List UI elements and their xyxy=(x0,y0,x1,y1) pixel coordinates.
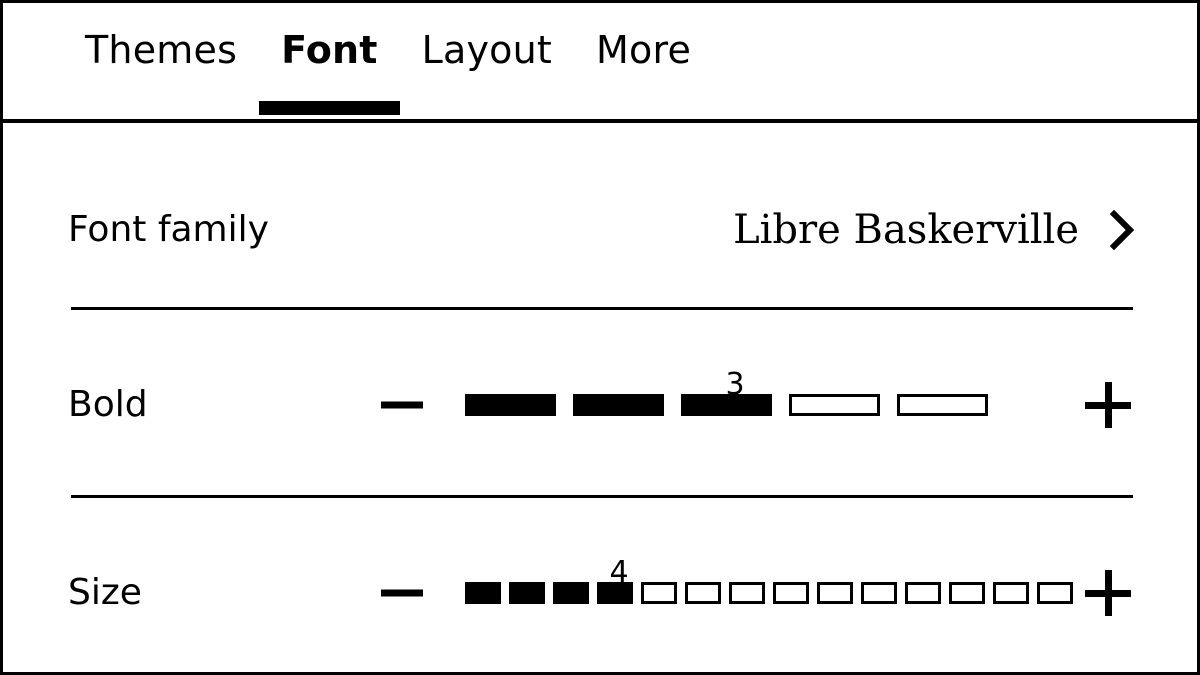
font-family-value: Libre Baskerville xyxy=(733,207,1079,253)
bold-segment[interactable] xyxy=(789,366,897,444)
row-divider xyxy=(71,495,1133,498)
settings-list: Font family Libre Baskerville Bold 3 Siz… xyxy=(3,123,1197,672)
bold-value-label: 3 xyxy=(725,367,745,402)
size-segment[interactable] xyxy=(729,554,773,632)
tab-bar: Themes Font Layout More xyxy=(3,3,1197,123)
size-label: Size xyxy=(68,572,142,613)
settings-panel: Themes Font Layout More Font family Libr… xyxy=(0,0,1200,675)
tab-font-label: Font xyxy=(281,28,378,72)
size-segment[interactable] xyxy=(817,554,861,632)
row-divider xyxy=(71,307,1133,310)
tab-more[interactable]: More xyxy=(574,3,713,118)
size-segment-empty xyxy=(773,582,809,604)
setting-row-font-family[interactable]: Font family Libre Baskerville xyxy=(3,175,1197,285)
size-segment-fill xyxy=(465,582,501,604)
size-segment[interactable] xyxy=(509,554,553,632)
size-segment[interactable] xyxy=(553,554,597,632)
setting-row-size: Size 4 xyxy=(3,538,1197,648)
size-segment-empty xyxy=(905,582,941,604)
size-segment[interactable] xyxy=(773,554,817,632)
size-segment[interactable]: 4 xyxy=(597,554,641,632)
size-plus-icon[interactable] xyxy=(1085,570,1131,616)
size-segment-empty xyxy=(1037,582,1073,604)
size-segment-empty xyxy=(641,582,677,604)
bold-segment-fill xyxy=(465,394,556,416)
font-family-label: Font family xyxy=(68,209,269,250)
size-segment-empty xyxy=(861,582,897,604)
bold-segment[interactable]: 3 xyxy=(681,366,789,444)
bold-segment[interactable] xyxy=(897,366,1005,444)
size-minus-icon[interactable] xyxy=(381,589,423,597)
size-segment[interactable] xyxy=(685,554,729,632)
bold-label: Bold xyxy=(68,384,148,425)
size-segmented-slider[interactable]: 4 xyxy=(465,554,1081,632)
size-segment[interactable] xyxy=(641,554,685,632)
tab-layout-label: Layout xyxy=(421,28,553,72)
size-segment[interactable] xyxy=(993,554,1037,632)
size-segment-empty xyxy=(729,582,765,604)
tab-list: Themes Font Layout More xyxy=(63,3,713,118)
tab-font-indicator xyxy=(259,101,400,115)
size-stepper: 4 xyxy=(373,554,1157,632)
bold-plus-icon[interactable] xyxy=(1085,382,1131,428)
chevron-right-icon[interactable] xyxy=(1109,209,1135,251)
size-segment[interactable] xyxy=(465,554,509,632)
size-segment[interactable] xyxy=(949,554,993,632)
tab-themes[interactable]: Themes xyxy=(63,3,259,118)
size-segment-fill xyxy=(509,582,545,604)
tab-themes-label: Themes xyxy=(85,28,238,72)
size-segment[interactable] xyxy=(905,554,949,632)
bold-segment-empty xyxy=(897,394,988,416)
size-value-label: 4 xyxy=(609,555,629,590)
tab-more-label: More xyxy=(596,28,692,72)
bold-minus-icon[interactable] xyxy=(381,401,423,409)
size-segment-empty xyxy=(949,582,985,604)
bold-stepper: 3 xyxy=(373,366,1157,444)
bold-segment-fill xyxy=(573,394,664,416)
size-segment-fill xyxy=(553,582,589,604)
bold-segment[interactable] xyxy=(465,366,573,444)
bold-segmented-slider[interactable]: 3 xyxy=(465,366,1005,444)
size-segment-empty xyxy=(993,582,1029,604)
bold-segment-empty xyxy=(789,394,880,416)
bold-segment[interactable] xyxy=(573,366,681,444)
tab-font[interactable]: Font xyxy=(259,3,400,118)
setting-row-bold: Bold 3 xyxy=(3,350,1197,460)
tab-layout[interactable]: Layout xyxy=(400,3,574,118)
size-segment[interactable] xyxy=(861,554,905,632)
size-segment-empty xyxy=(685,582,721,604)
size-segment-empty xyxy=(817,582,853,604)
size-segment[interactable] xyxy=(1037,554,1081,632)
